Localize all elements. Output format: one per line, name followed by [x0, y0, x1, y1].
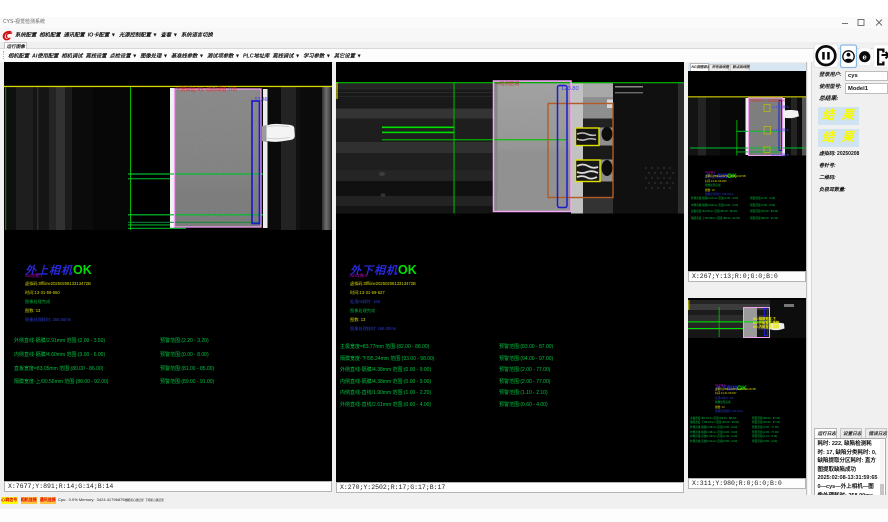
svg-text:e: e [863, 52, 867, 61]
svg-text:33.01 屏蔽 B: 33.01 屏蔽 B [772, 152, 789, 157]
svg-text:33.48 屏蔽 B: 33.48 屏蔽 B [772, 127, 789, 132]
svg-text:NG:内侧直线-隔膜: NG:内侧直线-隔膜 [753, 324, 780, 329]
svg-text:33.66 屏蔽 B: 33.66 屏蔽 B [772, 104, 789, 109]
svg-text:下限阈值:93, 动态阈值:100: 下限阈值:93, 动态阈值:100 [750, 97, 786, 102]
